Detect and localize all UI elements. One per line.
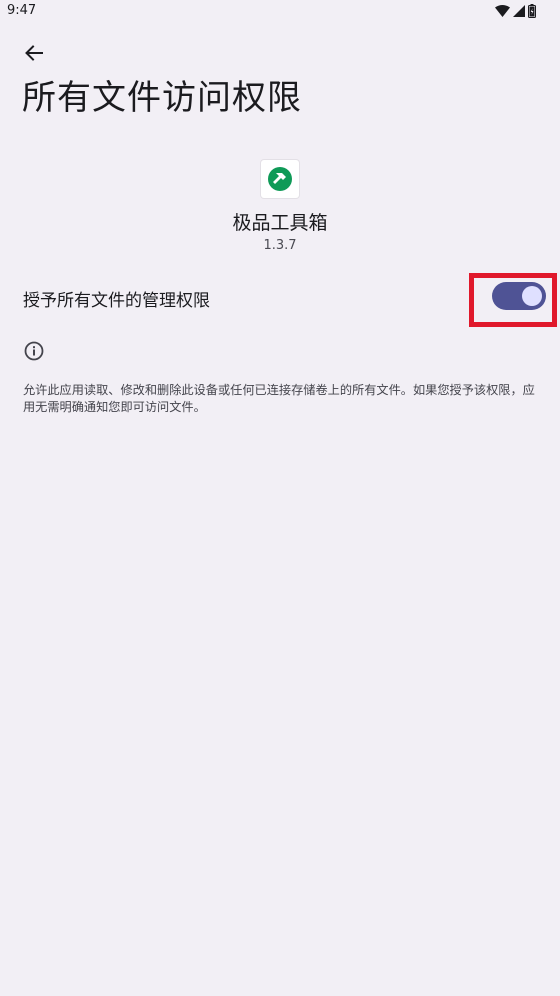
app-name: 极品工具箱: [232, 212, 328, 234]
app-icon: [261, 160, 299, 198]
status-icons: [495, 4, 536, 18]
app-version: 1.3.7: [263, 238, 297, 253]
hammer-icon: [268, 167, 292, 191]
toggle-thumb: [522, 286, 542, 306]
status-bar: 9:47: [0, 0, 560, 24]
all-files-access-toggle[interactable]: [492, 282, 546, 310]
signal-icon: [513, 5, 525, 17]
arrow-left-icon: [25, 45, 43, 61]
permission-description: 允许此应用读取、修改和删除此设备或任何已连接存储卷上的所有文件。如果您授予该权限…: [23, 383, 535, 414]
wifi-icon: [495, 5, 510, 17]
page-title: 所有文件访问权限: [22, 78, 302, 118]
permission-label: 授予所有文件的管理权限: [23, 291, 210, 311]
battery-icon: [528, 4, 536, 18]
status-time: 9:47: [7, 3, 37, 18]
info-icon: [24, 341, 44, 361]
back-button[interactable]: [18, 38, 50, 68]
